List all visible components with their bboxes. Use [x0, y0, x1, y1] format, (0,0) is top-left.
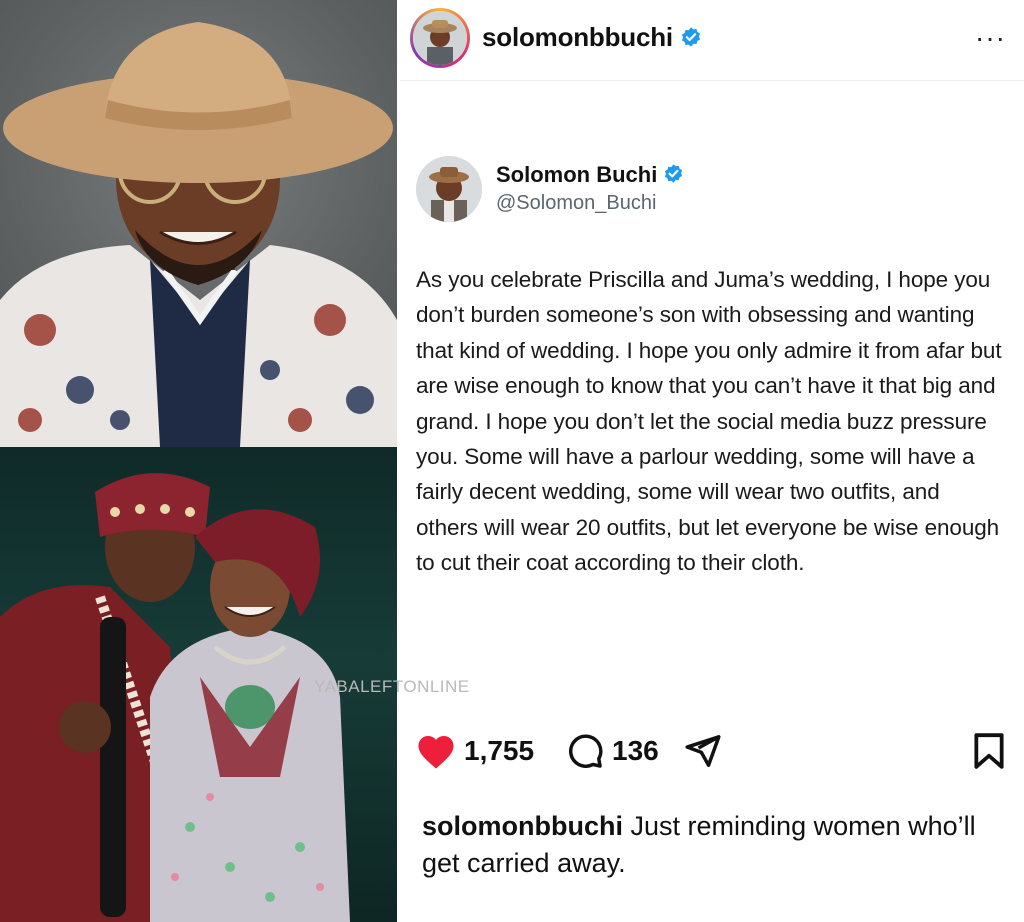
- comment-button[interactable]: 136: [566, 732, 659, 770]
- man-in-hat-illustration: [0, 22, 397, 447]
- more-options-icon[interactable]: ···: [975, 22, 1006, 54]
- post-header: solomonbbuchi ···: [400, 0, 1024, 81]
- post-caption: solomonbbuchi Just reminding women who’l…: [422, 808, 1012, 882]
- caption-username[interactable]: solomonbbuchi: [422, 811, 623, 841]
- avatar[interactable]: [413, 11, 467, 65]
- watermark: YABALEFTONLINE: [314, 677, 470, 696]
- post-actions: 1,755 136: [416, 732, 1016, 778]
- share-button[interactable]: [684, 732, 722, 770]
- bookmark-icon[interactable]: [972, 732, 1006, 770]
- heart-icon[interactable]: [416, 732, 456, 770]
- tweet-handle: @Solomon_Buchi: [496, 192, 657, 214]
- username-text[interactable]: solomonbbuchi: [482, 22, 673, 52]
- story-ring[interactable]: [410, 8, 470, 68]
- post-username[interactable]: solomonbbuchi: [482, 22, 702, 55]
- share-icon[interactable]: [684, 732, 722, 770]
- verified-icon: [663, 163, 684, 190]
- comment-count: 136: [612, 735, 659, 766]
- tweet-author-name: Solomon Buchi: [496, 162, 684, 190]
- comment-icon[interactable]: [566, 732, 604, 770]
- verified-icon: [680, 24, 702, 55]
- portrait-photo: [0, 0, 397, 447]
- like-button[interactable]: 1,755: [416, 732, 534, 770]
- avatar-image: [413, 11, 467, 65]
- tweet-text: As you celebrate Priscilla and Juma’s we…: [416, 267, 1002, 576]
- photo-collage: [0, 0, 397, 922]
- tweet-name-text: Solomon Buchi: [496, 162, 658, 187]
- tweet-avatar-image: [416, 156, 482, 222]
- instagram-post: solomonbbuchi ··· Solomon Buchi @Solomon…: [314, 0, 1024, 922]
- bookmark-button[interactable]: [972, 732, 1006, 770]
- like-count: 1,755: [464, 735, 535, 766]
- tweet-avatar: [416, 156, 482, 222]
